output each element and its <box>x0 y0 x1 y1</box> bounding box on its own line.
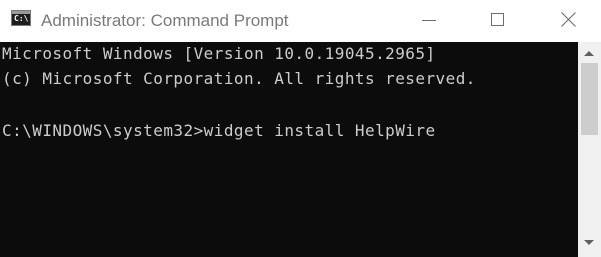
title-bar[interactable]: C:\ Administrator: Command Prompt <box>0 0 601 42</box>
maximize-icon <box>491 13 504 26</box>
console-line-version: Microsoft Windows [Version 10.0.19045.29… <box>2 44 436 63</box>
scroll-up-arrow-icon[interactable] <box>584 51 594 56</box>
icon-glyph: C:\ <box>14 14 29 23</box>
console-output[interactable]: Microsoft Windows [Version 10.0.19045.29… <box>0 42 578 257</box>
console-line-command: C:\WINDOWS\system32>widget install HelpW… <box>2 121 436 140</box>
close-icon <box>561 12 576 27</box>
minimize-button[interactable] <box>406 0 452 42</box>
console-line-copyright: (c) Microsoft Corporation. All rights re… <box>2 69 476 88</box>
minimize-icon <box>422 20 436 21</box>
close-button[interactable] <box>545 0 591 42</box>
scrollbar-thumb[interactable] <box>581 63 598 135</box>
window-title: Administrator: Command Prompt <box>41 11 289 30</box>
vertical-scrollbar[interactable] <box>578 42 601 257</box>
scroll-down-arrow-icon[interactable] <box>584 240 594 245</box>
command-prompt-window: C:\ Administrator: Command Prompt Micros… <box>0 0 601 257</box>
command-prompt-icon[interactable]: C:\ <box>11 10 31 26</box>
maximize-button[interactable] <box>475 0 521 42</box>
